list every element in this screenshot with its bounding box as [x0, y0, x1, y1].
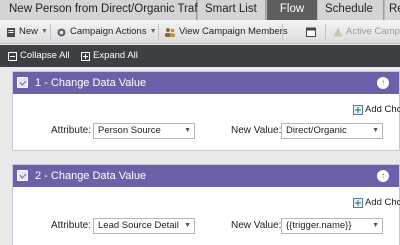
move-up-icon[interactable]: ↑	[377, 77, 389, 89]
attribute-select[interactable]: Person Source ▼	[93, 123, 195, 139]
chevron-down-icon: ▼	[149, 28, 157, 35]
flow-step-2: 2 - Change Data Value ↑ Add Choic Attrib…	[12, 164, 400, 245]
collapse-all-label: Collapse All	[20, 50, 70, 61]
view-campaign-members-button[interactable]: View Campaign Members	[164, 20, 288, 44]
new-value-select[interactable]: {{trigger.name}} ▼	[281, 218, 383, 234]
campaign-actions-label: Campaign Actions	[70, 26, 147, 37]
expand-all-label: Expand All	[93, 50, 138, 61]
toolbar-divider	[158, 24, 159, 40]
expand-all-button[interactable]: Expand All	[81, 45, 138, 67]
tab-bar: New Person from Direct/Organic Traffic S…	[0, 0, 400, 20]
chevron-down-icon: ▼	[184, 222, 191, 229]
tab-schedule[interactable]: Schedule	[318, 0, 384, 20]
add-choice-icon	[353, 104, 363, 115]
new-value-select[interactable]: Direct/Organic ▼	[281, 123, 383, 139]
new-document-icon	[7, 27, 15, 37]
new-value-value: {{trigger.name}}	[286, 220, 352, 231]
collapse-icon	[8, 51, 17, 61]
gear-icon	[57, 28, 66, 36]
main-toolbar: New ▼ Campaign Actions ▼ View Campaign M…	[0, 20, 400, 44]
calendar-icon	[306, 27, 316, 37]
flow-step-title: 1 - Change Data Value	[35, 77, 147, 89]
flow-step-icon	[17, 170, 28, 181]
toolbar-divider	[282, 24, 283, 40]
add-choice-button[interactable]: Add Choic	[353, 104, 400, 115]
toolbar-divider	[50, 24, 51, 40]
attribute-value: Person Source	[98, 125, 161, 136]
flow-step-header[interactable]: 2 - Change Data Value ↑	[13, 165, 399, 187]
tab-results[interactable]: Re	[385, 0, 400, 20]
flow-step-icon	[17, 77, 28, 88]
flow-step-title: 2 - Change Data Value	[35, 170, 147, 182]
flow-step-header[interactable]: 1 - Change Data Value ↑	[13, 72, 399, 94]
new-button[interactable]: New ▼	[6, 20, 48, 44]
view-campaign-members-label: View Campaign Members	[179, 26, 288, 37]
active-campaign-button[interactable]: Active Campaig	[333, 20, 400, 44]
collapse-all-button[interactable]: Collapse All	[8, 45, 70, 67]
tab-program-name[interactable]: New Person from Direct/Organic Traffic	[0, 0, 209, 20]
campaign-actions-button[interactable]: Campaign Actions ▼	[56, 20, 157, 44]
chevron-down-icon: ▼	[184, 127, 191, 134]
warning-icon	[333, 27, 343, 37]
add-choice-label: Add Choic	[365, 197, 400, 208]
flow-step-1: 1 - Change Data Value ↑ Add Choic Attrib…	[12, 71, 400, 151]
new-value-value: Direct/Organic	[286, 125, 347, 136]
flow-toolbar: Collapse All Expand All	[0, 45, 400, 67]
attribute-value: Lead Source Detail	[98, 220, 179, 231]
active-campaign-label: Active Campaig	[346, 26, 400, 37]
calendar-button[interactable]	[306, 20, 316, 44]
add-choice-icon	[353, 197, 363, 208]
add-choice-button[interactable]: Add Choic	[353, 197, 400, 208]
attribute-label: Attribute:	[51, 125, 92, 136]
chevron-down-icon: ▼	[372, 127, 379, 134]
tab-flow[interactable]: Flow	[267, 0, 317, 20]
attribute-label: Attribute:	[51, 220, 92, 231]
attribute-select[interactable]: Lead Source Detail ▼	[93, 218, 195, 234]
new-button-label: New	[19, 26, 39, 37]
people-icon	[165, 27, 175, 37]
chevron-down-icon: ▼	[41, 28, 48, 35]
move-up-icon[interactable]: ↑	[377, 170, 389, 182]
add-choice-label: Add Choic	[365, 104, 400, 115]
toolbar-divider	[325, 24, 326, 40]
new-value-label: New Value:	[231, 220, 282, 231]
new-value-label: New Value:	[231, 125, 282, 136]
chevron-down-icon: ▼	[372, 222, 379, 229]
expand-icon	[81, 51, 90, 61]
tab-smart-list[interactable]: Smart List	[198, 0, 266, 20]
